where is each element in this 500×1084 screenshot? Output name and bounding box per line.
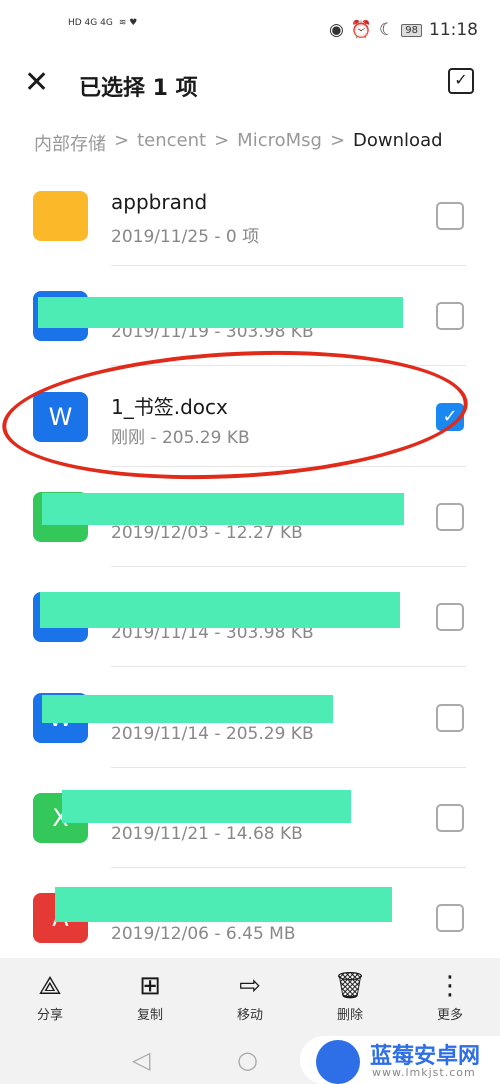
redaction	[62, 790, 351, 823]
file-meta: 2019/11/25 - 0 项	[111, 227, 260, 247]
moon-icon: ☾	[379, 20, 395, 40]
checkbox[interactable]	[436, 502, 464, 531]
home-nav-icon[interactable]: ○	[237, 1046, 258, 1074]
watermark-url: www.lmkjst.com	[372, 1066, 476, 1079]
watermark-logo: 蓝莓安卓网 www.lmkjst.com	[300, 1036, 500, 1084]
signal-text: HD 4G 4G	[68, 18, 113, 28]
redaction	[40, 592, 400, 628]
checkbox[interactable]	[436, 202, 464, 230]
file-meta: 2019/11/14 - 205.29 KB	[111, 723, 314, 744]
alarm-icon: ⏰	[350, 20, 373, 40]
file-name: appbrand	[111, 190, 208, 214]
checkbox[interactable]	[436, 803, 464, 832]
move-icon: ⇨	[239, 971, 261, 1001]
action-label: 复制	[136, 1008, 163, 1023]
redaction	[55, 887, 392, 922]
crumb-internal-storage[interactable]: 内部存储	[34, 130, 106, 156]
battery: 98	[401, 23, 422, 37]
back-nav-icon[interactable]: ◁	[132, 1046, 150, 1074]
breadcrumb: 内部存储 > tencent > MicroMsg > Download	[34, 130, 443, 156]
delete-icon: 🗑	[333, 971, 367, 1001]
crumb-download[interactable]: Download	[353, 130, 442, 156]
delete-button[interactable]: 🗑 删除	[310, 968, 390, 1023]
redaction	[42, 493, 404, 525]
folder-icon	[33, 191, 88, 241]
checkbox[interactable]	[436, 603, 464, 632]
copy-button[interactable]: ⊞ 复制	[110, 968, 190, 1023]
redaction	[38, 297, 403, 328]
page-title: 已选择 1 项	[79, 76, 198, 101]
copy-icon: ⊞	[139, 971, 161, 1001]
signal-indicators: HD 4G 4G ≋ ♥	[68, 18, 137, 28]
file-meta: 2019/12/03 - 12.27 KB	[111, 522, 303, 543]
file-row[interactable]: appbrand 2019/11/25 - 0 项	[0, 166, 500, 266]
checkbox[interactable]	[436, 904, 464, 933]
file-meta: 2019/12/06 - 6.45 MB	[111, 924, 296, 945]
share-icon: ⟁	[38, 971, 62, 1001]
action-label: 移动	[236, 1008, 263, 1023]
clock: 11:18	[429, 20, 478, 40]
redaction	[42, 695, 333, 723]
status-bar: HD 4G 4G ≋ ♥ ◉ ⏰ ☾ 98 11:18	[0, 0, 500, 62]
chevron-right-icon: >	[214, 130, 230, 151]
crumb-micromsg[interactable]: MicroMsg	[237, 130, 322, 156]
close-icon[interactable]: ✕	[24, 68, 49, 98]
eye-icon: ◉	[329, 20, 344, 40]
action-label: 更多	[436, 1008, 463, 1023]
android-logo-icon	[316, 1040, 360, 1084]
action-label: 分享	[36, 1008, 63, 1023]
select-all-icon[interactable]: ✓	[448, 68, 474, 94]
file-meta: 2019/11/21 - 14.68 KB	[111, 823, 303, 844]
move-button[interactable]: ⇨ 移动	[210, 968, 290, 1023]
action-label: 删除	[336, 1008, 363, 1023]
checkbox[interactable]	[436, 703, 464, 732]
wifi-icon: ≋ ♥	[118, 18, 138, 28]
more-icon: ⋮	[437, 971, 463, 1001]
more-button[interactable]: ⋮ 更多	[410, 968, 490, 1023]
bottom-toolbar: ⟁ 分享 ⊞ 复制 ⇨ 移动 🗑 删除 ⋮ 更多 ◁ ○ 蓝莓安卓网 www.lmkjst.com	[0, 958, 500, 1084]
checkbox[interactable]	[436, 302, 464, 331]
share-button[interactable]: ⟁ 分享	[10, 968, 90, 1023]
selection-header: ✕ 已选择 1 项 ✓	[0, 62, 500, 110]
chevron-right-icon: >	[329, 130, 346, 151]
crumb-tencent[interactable]: tencent	[137, 130, 206, 156]
chevron-right-icon: >	[114, 130, 130, 151]
